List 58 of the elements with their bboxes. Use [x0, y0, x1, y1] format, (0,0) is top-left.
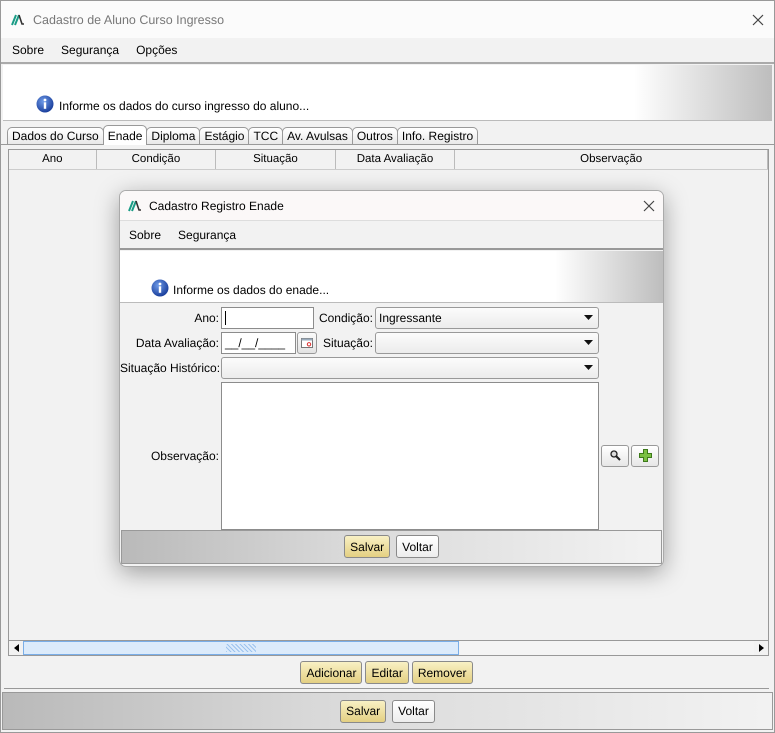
- close-icon[interactable]: [643, 200, 655, 212]
- tab[interactable]: Enade: [102, 125, 148, 145]
- date-field[interactable]: __/__/____: [221, 332, 296, 354]
- default-button[interactable]: Remover: [412, 661, 473, 684]
- menu-item[interactable]: Sobre: [129, 228, 162, 242]
- column-header[interactable]: Observação: [455, 150, 768, 169]
- close-icon[interactable]: [752, 14, 764, 26]
- action-button[interactable]: Voltar: [396, 535, 439, 558]
- dropdown-arrow-icon: [584, 315, 593, 320]
- default-button[interactable]: Adicionar: [300, 661, 362, 684]
- menu-item[interactable]: Sobre: [12, 43, 44, 57]
- action-button[interactable]: Voltar: [392, 700, 435, 722]
- column-header[interactable]: Situação: [216, 150, 336, 169]
- column-header[interactable]: Data Avaliação: [336, 150, 456, 169]
- field-label: Observação:: [150, 448, 220, 463]
- tab[interactable]: Dados do Curso: [7, 127, 104, 144]
- default-button[interactable]: Editar: [365, 661, 409, 684]
- dropdown[interactable]: [375, 332, 599, 354]
- logo-icon: [128, 200, 142, 212]
- menu-item[interactable]: Segurança: [61, 43, 120, 57]
- tab[interactable]: Estágio: [199, 127, 250, 144]
- dropdown[interactable]: Ingressante: [375, 306, 599, 329]
- field-label: Situação Histórico:: [120, 360, 221, 375]
- tab[interactable]: Outros: [352, 127, 398, 144]
- scroll-left-icon[interactable]: [14, 644, 18, 652]
- text-field[interactable]: [221, 306, 314, 329]
- tab[interactable]: Info. Registro: [396, 127, 478, 144]
- calendar-button[interactable]: [297, 332, 317, 354]
- field-label: Situação:: [322, 336, 374, 350]
- dropdown-arrow-icon: [584, 365, 593, 370]
- search-icon: [610, 450, 620, 462]
- info-message: Informe os dados do curso ingresso do aluno...: [59, 99, 310, 113]
- search-button[interactable]: [601, 444, 629, 467]
- calendar-icon: [301, 338, 313, 348]
- add-button[interactable]: [631, 444, 659, 467]
- field-label: Condição:: [318, 310, 374, 325]
- tab[interactable]: Diploma: [146, 127, 200, 144]
- logo-icon: [11, 14, 25, 26]
- default-button[interactable]: Salvar: [340, 700, 386, 722]
- default-button[interactable]: Salvar: [344, 535, 390, 558]
- scroll-right-icon[interactable]: [758, 644, 764, 652]
- info-icon: [36, 95, 54, 113]
- column-header[interactable]: Ano: [9, 150, 97, 169]
- tab[interactable]: TCC: [248, 127, 284, 144]
- field-label: Data Avaliação:: [134, 336, 220, 350]
- column-header[interactable]: Condição: [96, 150, 216, 169]
- dropdown-arrow-icon: [584, 340, 593, 346]
- menu-item[interactable]: Opções: [136, 43, 178, 57]
- info-icon: [151, 278, 169, 297]
- tab[interactable]: Av. Avulsas: [282, 127, 353, 144]
- plus-icon: [638, 449, 652, 462]
- info-message: Informe os dados do enade...: [173, 282, 330, 297]
- dialog-title: Cadastro Registro Enade: [149, 198, 285, 213]
- field-label: Ano:: [193, 310, 220, 325]
- dropdown[interactable]: [221, 356, 599, 379]
- menu-item[interactable]: Segurança: [178, 228, 236, 242]
- window-title: Cadastro de Aluno Curso Ingresso: [33, 12, 226, 26]
- scrollbar-thumb[interactable]: [23, 641, 459, 655]
